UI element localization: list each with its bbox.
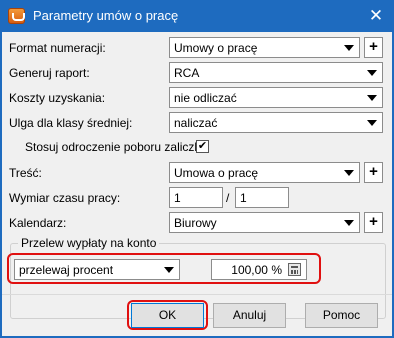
help-button[interactable]: Pomoc (305, 303, 378, 328)
chevron-down-icon (344, 170, 354, 176)
dialog-window: Parametry umów o pracę ✕ Format numeracj… (0, 0, 394, 338)
transfer-percent-value: 100,00 % (231, 263, 282, 277)
app-icon (8, 8, 25, 24)
chevron-down-icon (344, 220, 354, 226)
chevron-down-icon (344, 45, 354, 51)
content-select[interactable]: Umowa o pracę (169, 162, 360, 183)
working-time-numerator-input[interactable]: 1 (169, 187, 223, 208)
working-time-denominator-value: 1 (240, 191, 247, 205)
button-bar-divider (2, 294, 392, 295)
calculator-icon[interactable] (288, 263, 301, 276)
cancel-button[interactable]: Anuluj (213, 303, 286, 328)
content-value: Umowa o pracę (174, 166, 259, 180)
close-button[interactable]: ✕ (364, 4, 388, 28)
transfer-percent-input[interactable]: 100,00 % (211, 259, 307, 280)
working-time-numerator-value: 1 (174, 191, 181, 205)
numbering-format-select[interactable]: Umowy o pracę (169, 37, 360, 58)
chevron-down-icon (367, 120, 377, 126)
middle-class-relief-select[interactable]: naliczać (169, 112, 383, 133)
working-time-denominator-input[interactable]: 1 (235, 187, 289, 208)
calendar-value: Biurowy (174, 216, 217, 230)
add-calendar-button[interactable]: + (364, 212, 383, 233)
window-title: Parametry umów o pracę (33, 8, 179, 23)
deferral-label: Stosuj odroczenie poboru zaliczki: (25, 140, 207, 154)
costs-value: nie odliczać (174, 91, 237, 105)
working-time-separator: / (226, 191, 230, 205)
ok-button[interactable]: OK (131, 303, 204, 328)
report-label: Generuj raport: (9, 66, 90, 80)
chevron-down-icon (164, 267, 174, 273)
dialog-body: Format numeracji: Umowy o pracę + Generu… (2, 32, 392, 336)
title-bar[interactable]: Parametry umów o pracę ✕ (0, 0, 394, 32)
numbering-format-label: Format numeracji: (9, 41, 106, 55)
calendar-select[interactable]: Biurowy (169, 212, 360, 233)
add-content-button[interactable]: + (364, 162, 383, 183)
add-numbering-format-button[interactable]: + (364, 37, 383, 58)
costs-label: Koszty uzyskania: (9, 91, 106, 105)
report-select[interactable]: RCA (169, 62, 383, 83)
working-time-label: Wymiar czasu pracy: (9, 191, 121, 205)
calendar-label: Kalendarz: (9, 216, 67, 230)
transfer-mode-select[interactable]: przelewaj procent (14, 259, 180, 280)
transfer-mode-value: przelewaj procent (19, 263, 114, 277)
content-label: Treść: (9, 166, 42, 180)
middle-class-relief-value: naliczać (174, 116, 218, 130)
middle-class-relief-label: Ulga dla klasy średniej: (9, 116, 133, 130)
deferral-checkbox[interactable]: ✔ (196, 140, 209, 153)
chevron-down-icon (367, 95, 377, 101)
costs-select[interactable]: nie odliczać (169, 87, 383, 108)
chevron-down-icon (367, 70, 377, 76)
report-value: RCA (174, 66, 200, 80)
transfer-group-title: Przelew wypłaty na konto (18, 236, 160, 250)
numbering-format-value: Umowy o pracę (174, 41, 258, 55)
